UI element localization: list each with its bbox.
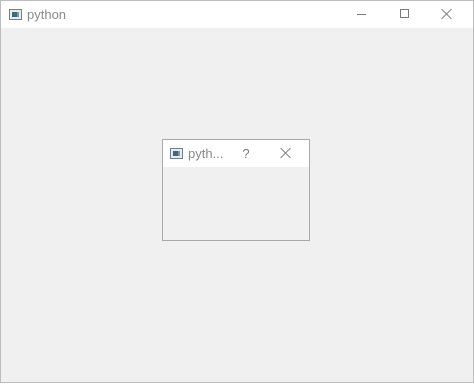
dialog-close-button[interactable] — [271, 140, 301, 167]
close-button[interactable] — [424, 1, 470, 28]
help-button[interactable]: ? — [233, 140, 259, 167]
main-window-titlebar[interactable]: python — [1, 1, 473, 28]
maximize-button[interactable] — [381, 1, 427, 28]
dialog-titlebar[interactable]: pyth... ? — [163, 140, 309, 167]
maximize-icon — [400, 9, 409, 18]
main-window-title: python — [27, 7, 67, 22]
python-app-icon — [170, 148, 183, 159]
close-icon — [280, 147, 292, 159]
main-window: python pyth... ? — [0, 0, 474, 383]
dialog-body — [163, 167, 309, 240]
minimize-button[interactable] — [338, 1, 384, 28]
close-icon — [441, 8, 453, 20]
python-app-icon — [9, 9, 22, 20]
dialog-title: pyth... — [188, 146, 224, 161]
minimize-icon — [357, 14, 366, 15]
dialog-window: pyth... ? — [162, 139, 310, 241]
